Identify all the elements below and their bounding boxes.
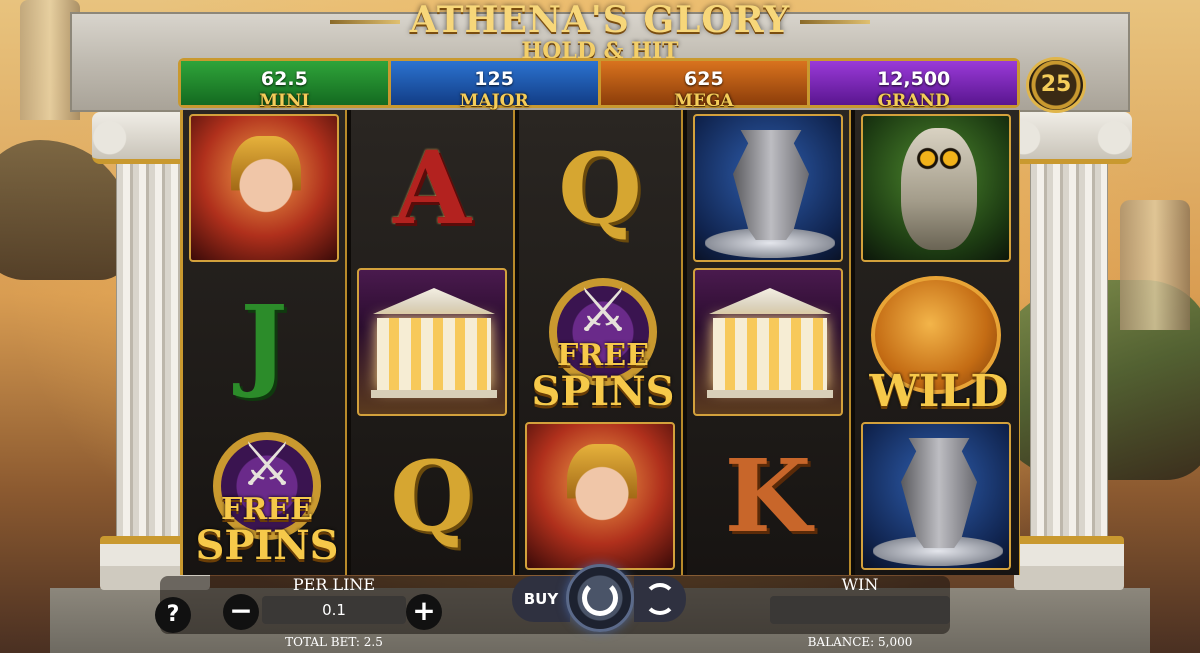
- reel-5: WILD: [855, 110, 1019, 575]
- per-line-value: 0.1: [262, 596, 406, 624]
- letter-q-symbol: Q: [357, 422, 507, 570]
- jackpot-bar: 62.5 MINI 125 MAJOR 625 MEGA 12,500 GRAN…: [178, 58, 1020, 111]
- total-bet: TOTAL BET: 2.5: [285, 635, 383, 649]
- background-tower-right: [1120, 200, 1190, 330]
- control-bar: ? − PER LINE 0.1 + TOTAL BET: 2.5 BUY WI…: [0, 564, 1200, 653]
- reel-2: A Q: [351, 110, 515, 575]
- crossed-swords-icon: ⚔: [576, 276, 630, 346]
- athena-symbol: [525, 422, 675, 570]
- jackpot-value: 625: [684, 68, 724, 90]
- free-spins-emblem: ⚔ FREE SPINS: [193, 428, 339, 568]
- reel-grid: J ⚔ FREE SPINS A Q Q ⚔ FREE SPINS K WILD: [180, 110, 1020, 575]
- temple-symbol: [693, 268, 843, 416]
- reel-1: J ⚔ FREE SPINS: [183, 110, 347, 575]
- owl-icon: [901, 128, 977, 250]
- paylines-badge: 25: [1026, 57, 1086, 113]
- free-spins-emblem: ⚔ FREE SPINS: [529, 274, 675, 414]
- free-spins-symbol: ⚔ FREE SPINS: [189, 422, 339, 570]
- spear-right-icon: [800, 20, 870, 24]
- increase-bet-button[interactable]: +: [406, 594, 442, 630]
- athena-symbol: [189, 114, 339, 262]
- free-spins-symbol: ⚔ FREE SPINS: [525, 268, 675, 416]
- athena-helmet-icon: [567, 444, 637, 534]
- jackpot-label: GRAND: [877, 91, 950, 111]
- wild-text: WILD: [869, 366, 1009, 416]
- jackpot-major: 125 MAJOR: [390, 61, 601, 111]
- symbol-letter: Q: [390, 439, 474, 553]
- column-capital: [1006, 112, 1132, 164]
- vase-icon: [901, 438, 977, 548]
- letter-j-symbol: J: [189, 268, 339, 416]
- spin-button[interactable]: [566, 564, 634, 632]
- temple-icon: [707, 288, 833, 398]
- symbol-letter: J: [240, 283, 288, 401]
- right-column: [1006, 112, 1132, 590]
- vase-symbol: [693, 114, 843, 262]
- buy-feature-button[interactable]: BUY: [512, 576, 570, 622]
- vase-symbol: [861, 422, 1011, 570]
- decrease-bet-button[interactable]: −: [223, 594, 259, 630]
- autoplay-button[interactable]: [634, 576, 686, 622]
- jackpot-value: 125: [474, 68, 514, 90]
- autoplay-icon: [644, 583, 676, 615]
- jackpot-value: 12,500: [876, 68, 951, 90]
- vase-icon: [733, 130, 809, 240]
- game-logo: ATHENA'S GLORY HOLD & HIT: [330, 0, 870, 62]
- balance: BALANCE: 5,000: [807, 635, 913, 649]
- help-button[interactable]: ?: [155, 597, 191, 633]
- free-spins-text-bottom: SPINS: [195, 522, 339, 569]
- wild-emblem: WILD: [865, 272, 1011, 416]
- athena-helmet-icon: [231, 136, 301, 226]
- temple-icon: [371, 288, 497, 398]
- win-value: [770, 596, 950, 624]
- reel-3: Q ⚔ FREE SPINS: [519, 110, 683, 575]
- win-label: WIN: [841, 575, 879, 594]
- jackpot-label: MAJOR: [459, 91, 529, 111]
- reel-4: K: [687, 110, 851, 575]
- letter-q-symbol: Q: [525, 114, 675, 262]
- per-line-label: PER LINE: [292, 575, 376, 594]
- free-spins-text-bottom: SPINS: [531, 368, 675, 415]
- wild-symbol: WILD: [861, 268, 1011, 416]
- jackpot-grand: 12,500 GRAND: [810, 61, 1017, 111]
- jackpot-mini: 62.5 MINI: [181, 61, 391, 111]
- symbol-letter: K: [724, 437, 812, 555]
- owl-symbol: [861, 114, 1011, 262]
- crossed-swords-icon: ⚔: [240, 430, 294, 500]
- symbol-letter: A: [393, 129, 471, 247]
- jackpot-label: MINI: [259, 91, 310, 111]
- jackpot-value: 62.5: [260, 68, 308, 90]
- game-title: ATHENA'S GLORY: [409, 0, 791, 41]
- jackpot-label: MEGA: [674, 91, 734, 111]
- jackpot-mega: 625 MEGA: [600, 61, 811, 111]
- letter-a-symbol: A: [357, 114, 507, 262]
- temple-symbol: [357, 268, 507, 416]
- letter-k-symbol: K: [693, 422, 843, 570]
- symbol-letter: Q: [558, 131, 642, 245]
- spin-icon: [582, 580, 618, 616]
- column-shaft: [1030, 164, 1108, 536]
- spear-left-icon: [330, 20, 400, 24]
